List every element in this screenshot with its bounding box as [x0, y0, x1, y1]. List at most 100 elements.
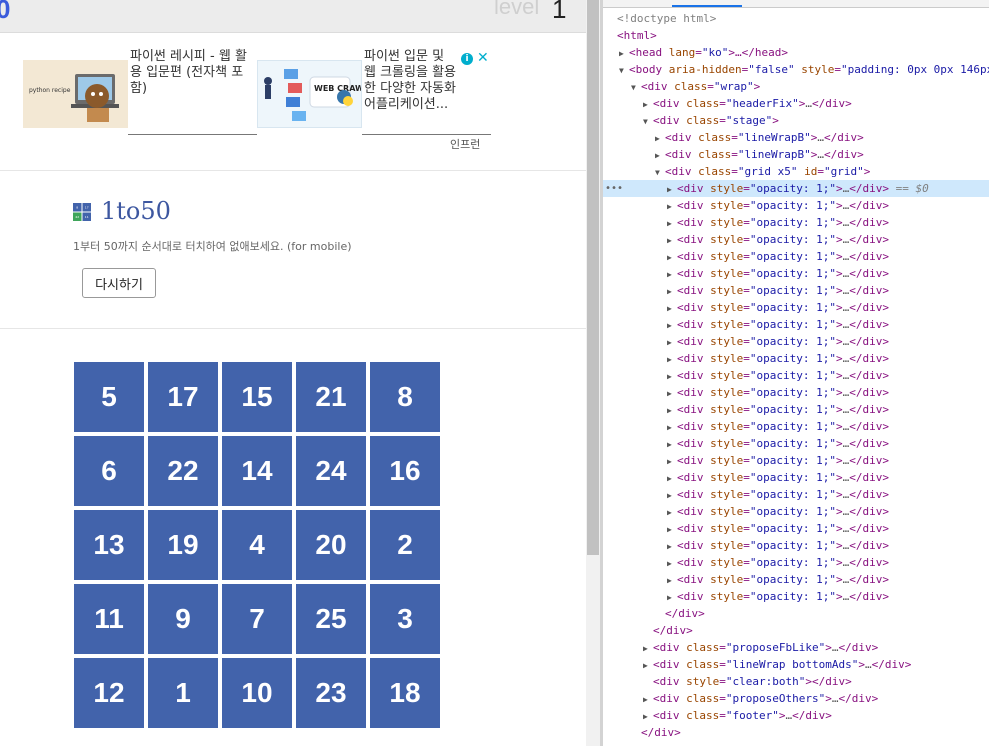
- dom-wrap-close[interactable]: </div>: [603, 724, 989, 741]
- expand-arrow-icon[interactable]: ▶: [643, 691, 653, 708]
- expand-arrow-icon[interactable]: ▶: [667, 351, 677, 368]
- grid-cell[interactable]: 5: [74, 362, 144, 432]
- dom-grid-child[interactable]: ▶ <div style="opacity: 1;">…</div>: [603, 469, 989, 486]
- grid-cell[interactable]: 6: [74, 436, 144, 506]
- expand-arrow-icon[interactable]: ▶: [667, 402, 677, 419]
- dom-div-proposefblike[interactable]: ▶ <div class="proposeFbLike">…</div>: [603, 639, 989, 656]
- expand-arrow-icon[interactable]: ▶: [667, 283, 677, 300]
- expand-arrow-icon[interactable]: ▶: [643, 96, 653, 113]
- dom-div-headerfix[interactable]: ▶ <div class="headerFix">…</div>: [603, 95, 989, 112]
- dom-body[interactable]: ▼ <body aria-hidden="false" style="paddin…: [603, 61, 989, 78]
- grid-cell[interactable]: 8: [370, 362, 440, 432]
- devtools-tab-elements[interactable]: [672, 5, 742, 7]
- grid-cell[interactable]: 4: [222, 510, 292, 580]
- ad-info-icon[interactable]: i: [461, 53, 473, 65]
- expand-arrow-icon[interactable]: ▶: [667, 504, 677, 521]
- dom-grid-child[interactable]: ▶ <div style="opacity: 1;">…</div>: [603, 452, 989, 469]
- expand-arrow-icon[interactable]: ▶: [667, 232, 677, 249]
- expand-arrow-icon[interactable]: ▶: [667, 198, 677, 215]
- grid-cell[interactable]: 12: [74, 658, 144, 728]
- ad-provider-label[interactable]: 인프런: [450, 136, 480, 152]
- expand-arrow-icon[interactable]: ▶: [667, 385, 677, 402]
- grid-cell[interactable]: 14: [222, 436, 292, 506]
- dom-grid-child[interactable]: ▶ <div style="opacity: 1;">…</div>: [603, 537, 989, 554]
- grid-cell[interactable]: 19: [148, 510, 218, 580]
- grid-cell[interactable]: 18: [370, 658, 440, 728]
- ad-title-python-recipe[interactable]: 파이썬 레시피 - 웹 활용 입문편 (전자책 포함): [130, 49, 258, 97]
- grid-cell[interactable]: 2: [370, 510, 440, 580]
- expand-arrow-icon[interactable]: ▶: [667, 266, 677, 283]
- dom-grid-child[interactable]: ▶ <div style="opacity: 1;">…</div>: [603, 265, 989, 282]
- expand-arrow-icon[interactable]: ▶: [667, 453, 677, 470]
- dom-div-stage[interactable]: ▼ <div class="stage">: [603, 112, 989, 129]
- collapse-arrow-icon[interactable]: ▼: [643, 113, 653, 130]
- dom-grid-child[interactable]: ▶ <div style="opacity: 1;">…</div>: [603, 197, 989, 214]
- expand-arrow-icon[interactable]: ▶: [643, 708, 653, 725]
- dom-grid-child[interactable]: ▶ <div style="opacity: 1;">…</div>: [603, 418, 989, 435]
- dom-div-wrap[interactable]: ▼ <div class="wrap">: [603, 78, 989, 95]
- expand-arrow-icon[interactable]: ▶: [667, 181, 677, 198]
- expand-arrow-icon[interactable]: ▶: [667, 538, 677, 555]
- dom-html[interactable]: <html>: [603, 27, 989, 44]
- ad-close-icon[interactable]: ✕: [477, 50, 489, 66]
- dom-grid-child[interactable]: ▶ <div style="opacity: 1;">…</div>: [603, 401, 989, 418]
- expand-arrow-icon[interactable]: ▶: [667, 334, 677, 351]
- expand-arrow-icon[interactable]: ▶: [667, 470, 677, 487]
- expand-arrow-icon[interactable]: ▶: [667, 300, 677, 317]
- dom-div-footer[interactable]: ▶ <div class="footer">…</div>: [603, 707, 989, 724]
- grid-cell[interactable]: 21: [296, 362, 366, 432]
- grid-cell[interactable]: 16: [370, 436, 440, 506]
- grid-cell[interactable]: 17: [148, 362, 218, 432]
- expand-arrow-icon[interactable]: ▶: [667, 572, 677, 589]
- expand-arrow-icon[interactable]: ▶: [667, 368, 677, 385]
- expand-arrow-icon[interactable]: ▶: [619, 45, 629, 62]
- dom-div-linewrapb-2[interactable]: ▶ <div class="lineWrapB">…</div>: [603, 146, 989, 163]
- grid-cell[interactable]: 25: [296, 584, 366, 654]
- dom-grid-child[interactable]: ▶ <div style="opacity: 1;">…</div>: [603, 384, 989, 401]
- expand-arrow-icon[interactable]: ▶: [643, 657, 653, 674]
- dom-grid-child[interactable]: ▶ <div style="opacity: 1;">…</div>: [603, 554, 989, 571]
- grid-cell[interactable]: 1: [148, 658, 218, 728]
- grid-cell[interactable]: 13: [74, 510, 144, 580]
- expand-arrow-icon[interactable]: ▶: [655, 147, 665, 164]
- expand-arrow-icon[interactable]: ▶: [655, 130, 665, 147]
- collapse-arrow-icon[interactable]: ▼: [631, 79, 641, 96]
- expand-arrow-icon[interactable]: ▶: [667, 317, 677, 334]
- restart-button[interactable]: 다시하기: [82, 268, 156, 298]
- dom-grid-child[interactable]: ▶ <div style="opacity: 1;">…</div>: [603, 214, 989, 231]
- collapse-arrow-icon[interactable]: ▼: [655, 164, 665, 181]
- dom-div-grid[interactable]: ▼ <div class="grid x5" id="grid">: [603, 163, 989, 180]
- dom-div-linewrap-bottomads[interactable]: ▶ <div class="lineWrap bottomAds">…</div>: [603, 656, 989, 673]
- dom-grid-child[interactable]: ▶ <div style="opacity: 1;">…</div>: [603, 571, 989, 588]
- dom-doctype[interactable]: <!doctype html>: [603, 10, 989, 27]
- expand-arrow-icon[interactable]: ▶: [667, 521, 677, 538]
- dom-grid-child[interactable]: ▶ <div style="opacity: 1;">…</div>: [603, 435, 989, 452]
- grid-cell[interactable]: 24: [296, 436, 366, 506]
- ad-thumbnail-web-crawling[interactable]: WEB CRAWLING: [257, 60, 362, 128]
- dom-grid-child[interactable]: ▶ <div style="opacity: 1;">…</div>: [603, 231, 989, 248]
- grid-cell[interactable]: 7: [222, 584, 292, 654]
- expand-arrow-icon[interactable]: ▶: [667, 589, 677, 606]
- ad-thumbnail-python-recipe[interactable]: python recipe: [23, 60, 128, 128]
- expand-arrow-icon[interactable]: ▶: [667, 215, 677, 232]
- grid-cell[interactable]: 15: [222, 362, 292, 432]
- dom-head[interactable]: ▶ <head lang="ko">…</head>: [603, 44, 989, 61]
- dom-div-proposeothers[interactable]: ▶ <div class="proposeOthers">…</div>: [603, 690, 989, 707]
- dom-div-linewrapb-1[interactable]: ▶ <div class="lineWrapB">…</div>: [603, 129, 989, 146]
- expand-arrow-icon[interactable]: ▶: [667, 249, 677, 266]
- grid-cell[interactable]: 9: [148, 584, 218, 654]
- page-scrollbar-thumb[interactable]: [587, 0, 599, 555]
- dom-grid-child[interactable]: ▶ <div style="opacity: 1;">…</div>: [603, 316, 989, 333]
- dom-grid-child[interactable]: ▶ <div style="opacity: 1;">…</div>: [603, 503, 989, 520]
- more-actions-icon[interactable]: •••: [605, 180, 623, 197]
- grid-cell[interactable]: 11: [74, 584, 144, 654]
- expand-arrow-icon[interactable]: ▶: [667, 436, 677, 453]
- grid-cell[interactable]: 3: [370, 584, 440, 654]
- expand-arrow-icon[interactable]: ▶: [667, 555, 677, 572]
- ad-title-web-crawling[interactable]: 파이썬 입문 및 웹 크롤링을 활용한 다양한 자동화 어플리케이션...: [364, 49, 460, 113]
- collapse-arrow-icon[interactable]: ▼: [619, 62, 629, 79]
- dom-grid-child[interactable]: ▶ <div style="opacity: 1;">…</div>: [603, 367, 989, 384]
- dom-div-clear[interactable]: <div style="clear:both"></div>: [603, 673, 989, 690]
- expand-arrow-icon[interactable]: ▶: [667, 419, 677, 436]
- dom-grid-child[interactable]: ▶ <div style="opacity: 1;">…</div>: [603, 248, 989, 265]
